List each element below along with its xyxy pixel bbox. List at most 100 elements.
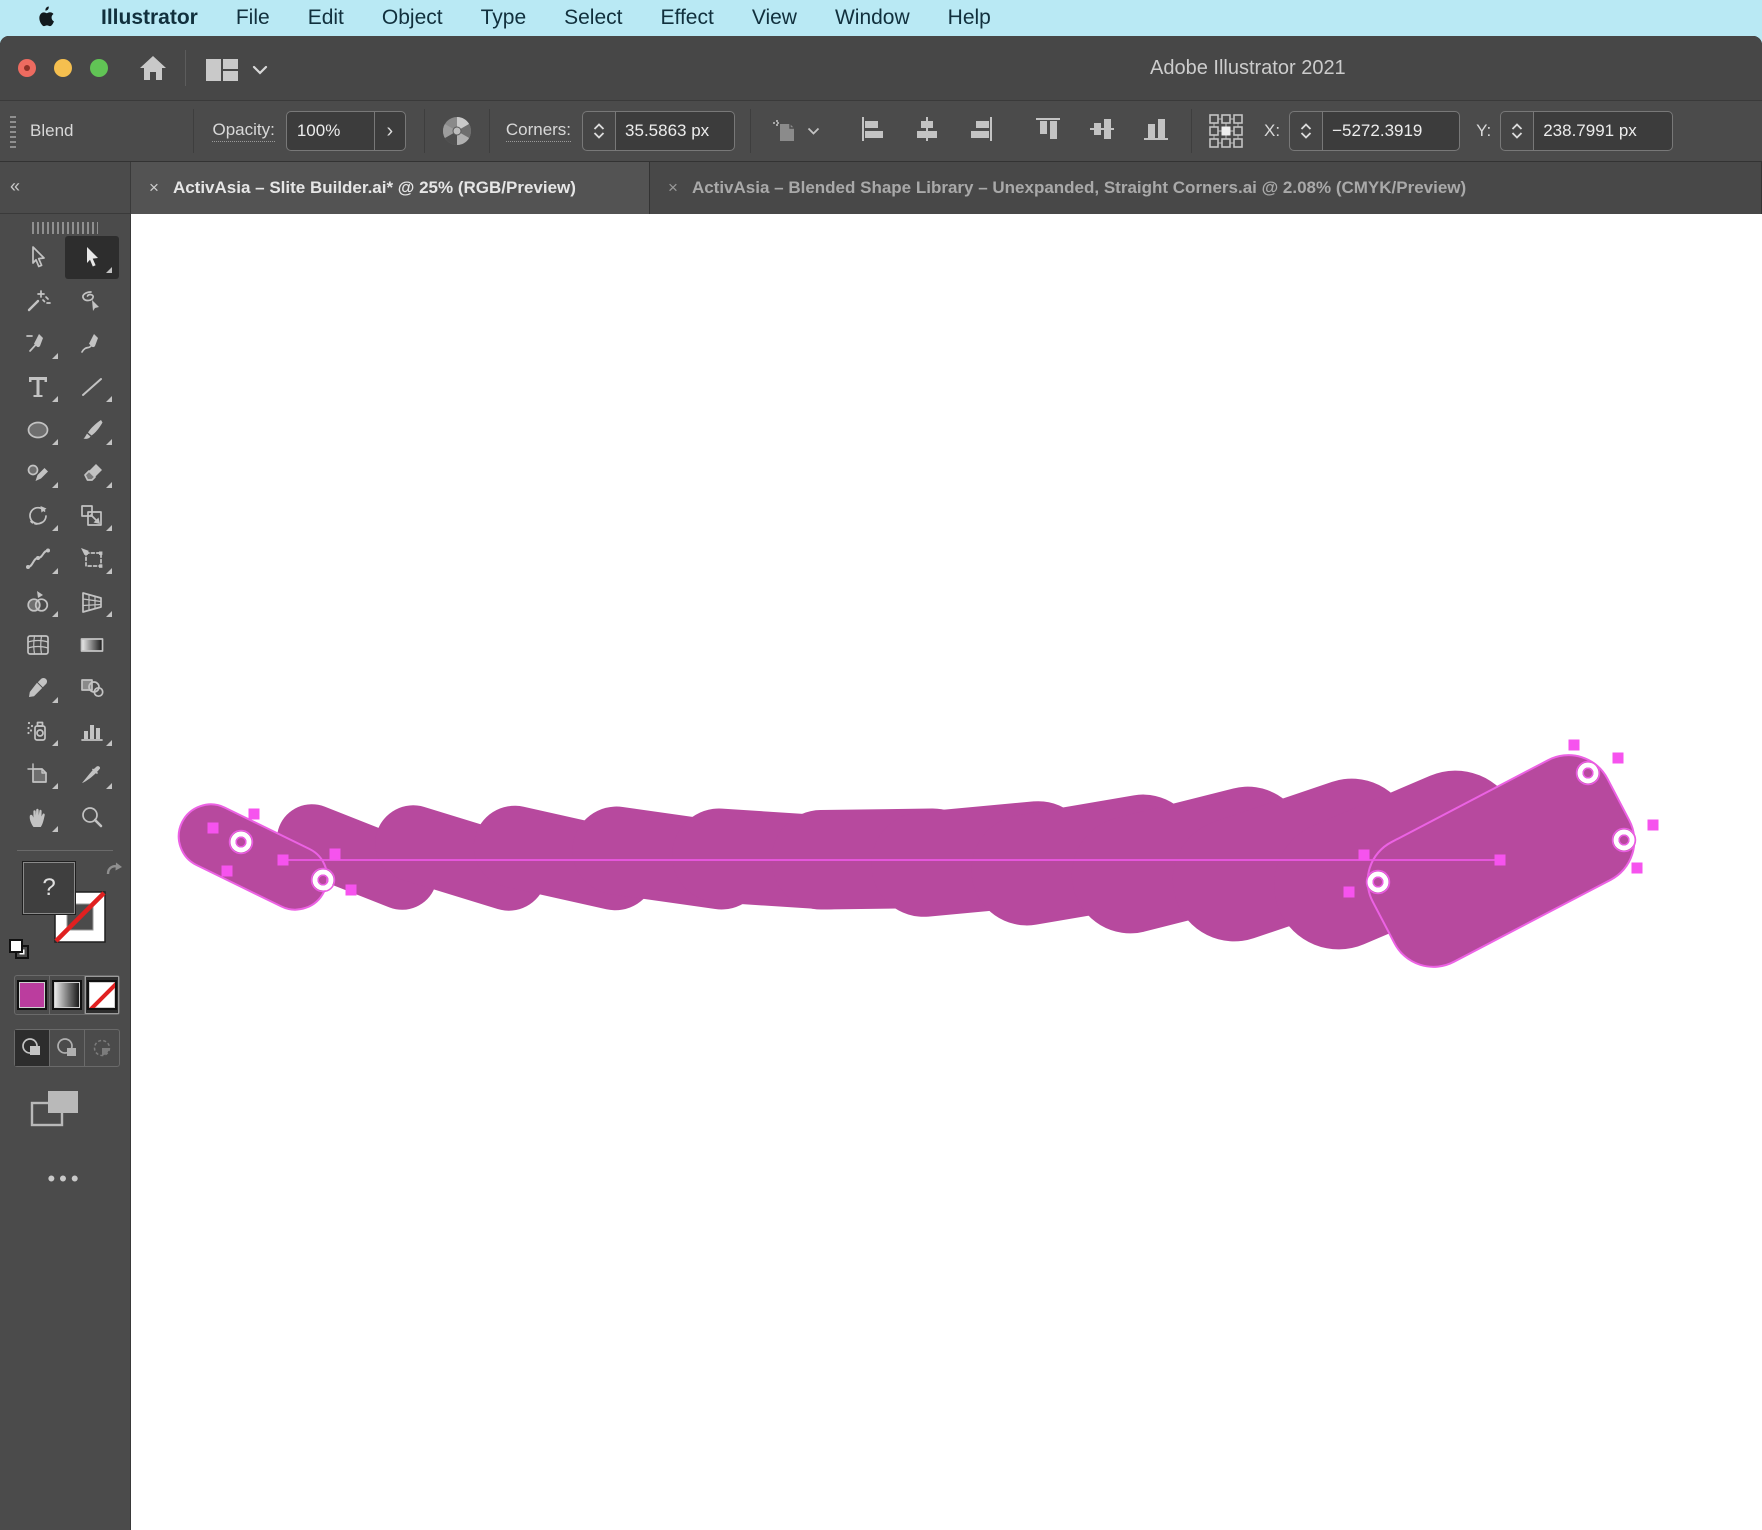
tool-slice[interactable] — [65, 752, 119, 795]
tool-width[interactable] — [11, 537, 65, 580]
tool-type[interactable] — [11, 365, 65, 408]
opacity-more-button[interactable]: › — [373, 112, 405, 150]
gradient-button[interactable] — [50, 976, 85, 1014]
blend-artwork[interactable] — [131, 214, 1762, 1530]
tab-slite-builder[interactable]: × ActivAsia – Slite Builder.ai* @ 25% (R… — [131, 162, 650, 214]
tool-symbol-sprayer[interactable] — [11, 709, 65, 752]
menu-help[interactable]: Help — [929, 6, 1010, 30]
x-stepper[interactable] — [1289, 111, 1323, 151]
tool-magic-wand[interactable] — [11, 279, 65, 322]
corners-label[interactable]: Corners: — [505, 120, 572, 142]
tool-lasso[interactable] — [65, 279, 119, 322]
default-fill-stroke-button[interactable] — [8, 938, 30, 965]
opacity-value[interactable]: 100% — [287, 112, 374, 150]
none-button[interactable] — [85, 976, 119, 1014]
arrange-documents-icon — [206, 59, 238, 81]
eraser-icon — [84, 463, 102, 481]
close-tab-icon[interactable]: × — [668, 178, 678, 198]
menu-select[interactable]: Select — [545, 6, 641, 30]
fill-swatch-unknown[interactable]: ? — [22, 861, 76, 915]
menubar: Illustrator File Edit Object Type Select… — [0, 0, 1762, 36]
close-tab-icon[interactable]: × — [149, 178, 159, 198]
home-button[interactable] — [138, 54, 168, 87]
tool-scale[interactable] — [65, 494, 119, 537]
align-bottom-button[interactable] — [1142, 115, 1170, 148]
tool-hand[interactable] — [11, 795, 65, 838]
panel-grip[interactable] — [10, 114, 16, 148]
tab-label[interactable]: ActivAsia – Slite Builder.ai* @ 25% (RGB… — [173, 178, 576, 198]
tool-artboard[interactable] — [11, 752, 65, 795]
separator — [1191, 109, 1193, 153]
reference-point-locator[interactable] — [1206, 111, 1246, 151]
tool-ellipse[interactable] — [11, 408, 65, 451]
tool-column-graph[interactable] — [65, 709, 119, 752]
tool-pen[interactable] — [11, 322, 65, 365]
recolor-artwork-button[interactable] — [441, 115, 473, 147]
align-top-button[interactable] — [1034, 115, 1062, 148]
menu-file[interactable]: File — [217, 6, 289, 30]
edit-toolbar-button[interactable]: ••• — [0, 1166, 130, 1192]
draw-inside-button[interactable] — [85, 1030, 119, 1066]
scale-tool-icon — [81, 504, 102, 526]
menu-type[interactable]: Type — [462, 6, 546, 30]
tool-eyedropper[interactable] — [11, 666, 65, 709]
menu-view[interactable]: View — [733, 6, 816, 30]
tool-shaper[interactable] — [11, 451, 65, 494]
tool-perspective-grid[interactable] — [65, 580, 119, 623]
tool-paintbrush[interactable] — [65, 408, 119, 451]
color-button[interactable] — [15, 976, 50, 1014]
x-field[interactable]: −5272.3919 — [1322, 111, 1461, 151]
corners-field[interactable]: 35.5863 px — [615, 111, 736, 151]
opacity-label[interactable]: Opacity: — [212, 120, 275, 142]
draw-behind-button[interactable] — [50, 1030, 85, 1066]
apple-menu[interactable] — [36, 4, 60, 32]
tool-free-transform[interactable] — [65, 537, 119, 580]
canvas[interactable] — [131, 214, 1762, 1530]
opacity-field[interactable]: 100% › — [285, 111, 406, 151]
tool-line-segment[interactable] — [65, 365, 119, 408]
chevron-down-icon — [252, 65, 268, 75]
close-window-button[interactable] — [18, 59, 36, 77]
align-right-button[interactable] — [967, 115, 995, 148]
x-control: −5272.3919 — [1289, 111, 1461, 151]
swap-fill-stroke-button[interactable] — [104, 861, 124, 884]
tab-blended-shape-library[interactable]: × ActivAsia – Blended Shape Library – Un… — [650, 162, 1762, 214]
tool-eraser[interactable] — [65, 451, 119, 494]
menu-illustrator[interactable]: Illustrator — [82, 6, 217, 30]
zoom-window-button[interactable] — [90, 59, 108, 77]
tool-zoom[interactable] — [65, 795, 119, 838]
toolbar-grip[interactable] — [32, 222, 98, 234]
minimize-window-button[interactable] — [54, 59, 72, 77]
menu-window[interactable]: Window — [816, 6, 929, 30]
tool-direct-selection[interactable] — [65, 236, 119, 279]
corners-stepper[interactable] — [582, 111, 616, 151]
pen-icon — [26, 333, 43, 352]
align-center-vertical-button[interactable] — [1088, 115, 1116, 148]
tool-curvature[interactable] — [65, 322, 119, 365]
tool-blend[interactable] — [65, 666, 119, 709]
tab-label[interactable]: ActivAsia – Blended Shape Library – Unex… — [692, 178, 1466, 198]
document-tab-bar: « × ActivAsia – Slite Builder.ai* @ 25% … — [0, 162, 1762, 214]
tool-mesh[interactable] — [11, 623, 65, 666]
change-screen-mode-button[interactable] — [30, 1089, 84, 1132]
toolbar: ? ••• — [0, 214, 131, 1530]
line-segment-icon — [82, 377, 102, 396]
collapse-toolbar-button[interactable]: « — [10, 176, 21, 197]
arrange-documents-button[interactable] — [204, 56, 268, 84]
align-center-horizontal-button[interactable] — [913, 115, 941, 148]
tool-selection[interactable] — [11, 236, 65, 279]
chevron-down-icon — [807, 127, 820, 135]
menu-edit[interactable]: Edit — [289, 6, 363, 30]
align-left-button[interactable] — [859, 115, 887, 148]
draw-normal-button[interactable] — [15, 1030, 50, 1066]
menu-effect[interactable]: Effect — [642, 6, 733, 30]
tool-shape-builder[interactable] — [11, 580, 65, 623]
tool-rotate[interactable] — [11, 494, 65, 537]
y-stepper[interactable] — [1500, 111, 1534, 151]
shape-properties-button[interactable] — [769, 116, 820, 146]
y-field[interactable]: 238.7991 px — [1533, 111, 1674, 151]
selection-tool-icon — [32, 245, 45, 267]
tool-gradient[interactable] — [65, 623, 119, 666]
corners-control: 35.5863 px — [582, 111, 736, 151]
menu-object[interactable]: Object — [363, 6, 462, 30]
